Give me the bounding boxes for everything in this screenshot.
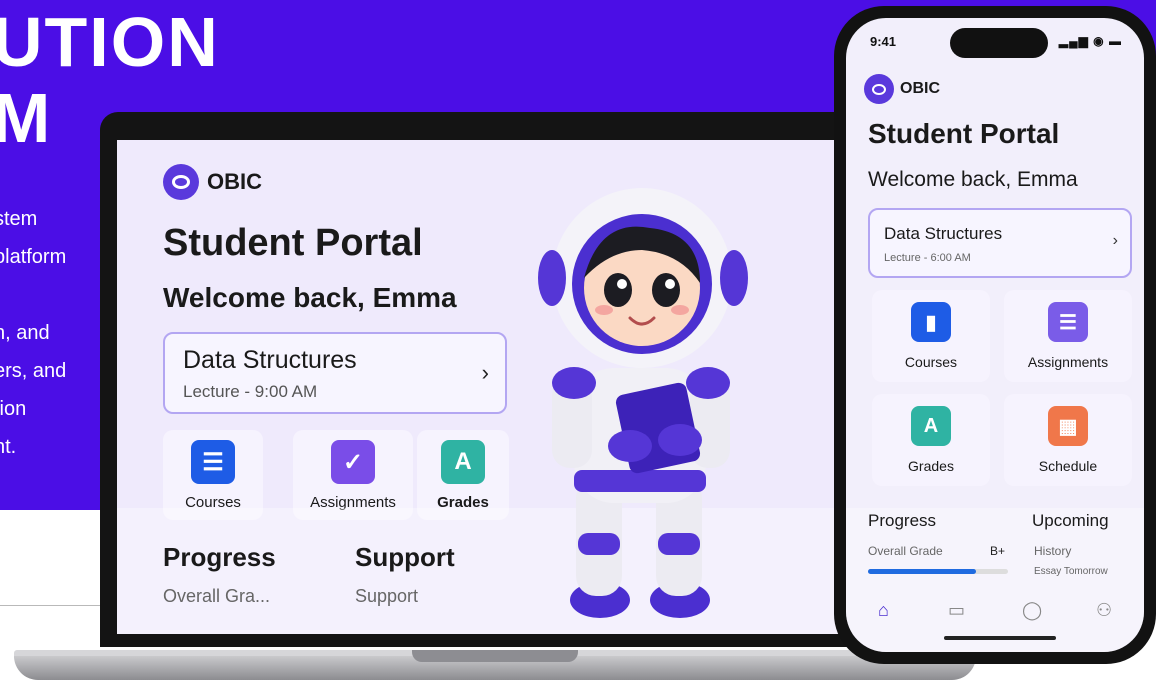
- upcoming-item[interactable]: History: [1034, 544, 1071, 558]
- tile-courses[interactable]: ☰ Courses: [163, 430, 263, 520]
- grade-progress-fill: [868, 569, 976, 574]
- phone-screen: 9:41 ▂▄▆ ◉ ▬ OBIC Student Portal Welcome…: [846, 18, 1144, 652]
- hero-desc-line: stem: [0, 208, 38, 230]
- support-heading: Support: [355, 542, 455, 572]
- upcoming-detail: Essay Tomorrow: [1034, 566, 1108, 577]
- home-indicator: [944, 636, 1056, 640]
- chevron-right-icon: ›: [1112, 232, 1118, 249]
- page-title: Student Portal: [868, 118, 1060, 149]
- tile-label: Courses: [904, 354, 958, 370]
- tile-assignments[interactable]: ✓ Assignments: [293, 430, 413, 520]
- hero-description: stem platform . n, and ers, and tion nt.: [0, 200, 104, 466]
- overall-grade-value: B+: [990, 544, 1006, 558]
- profile-icon[interactable]: ⚇: [1096, 600, 1112, 621]
- upcoming-heading: Upcoming: [1032, 511, 1109, 530]
- status-icons: ▂▄▆ ◉ ▬: [1058, 34, 1122, 48]
- tile-schedule[interactable]: ▦ Schedule: [1004, 394, 1132, 486]
- logo-text: OBIC: [900, 80, 940, 97]
- page-title: Student Portal: [163, 222, 423, 264]
- chevron-right-icon: ›: [481, 360, 489, 385]
- overall-grade-label: Overall Grade: [868, 544, 943, 558]
- laptop-notch: [412, 650, 578, 662]
- chat-icon[interactable]: ◯: [1022, 600, 1042, 621]
- logo-text: OBIC: [207, 169, 262, 194]
- dynamic-island: [950, 28, 1048, 58]
- progress-heading: Progress: [868, 511, 937, 530]
- hero-desc-line: nt.: [0, 436, 17, 458]
- calendar-icon[interactable]: ▭: [948, 600, 965, 621]
- support-subtext: Support: [355, 586, 419, 606]
- status-time: 9:41: [870, 34, 897, 49]
- home-icon[interactable]: ⌂: [878, 600, 889, 621]
- grades-icon: A: [911, 406, 951, 446]
- welcome-message: Welcome back, Emma: [163, 282, 457, 313]
- astronaut-mascot-illustration: [538, 188, 748, 618]
- divider: [0, 605, 102, 606]
- welcome-message: Welcome back, Emma: [868, 168, 1078, 191]
- class-title: Data Structures: [183, 346, 357, 374]
- grades-icon: A: [441, 440, 485, 484]
- tile-courses[interactable]: ▮ Courses: [872, 290, 990, 382]
- tile-grades[interactable]: A Grades: [417, 430, 509, 520]
- assignments-icon: ✓: [331, 440, 375, 484]
- grade-progress-bar: [868, 569, 1008, 574]
- phone-logo[interactable]: OBIC: [864, 74, 940, 104]
- tile-assignments[interactable]: ☰ Assignments: [1004, 290, 1132, 382]
- courses-icon: ▮: [911, 302, 951, 342]
- class-time: Lecture - 6:00 AM: [884, 252, 971, 264]
- tile-grades[interactable]: A Grades: [872, 394, 990, 486]
- progress-subtext: Overall Gra...: [163, 586, 271, 606]
- hero-desc-line: tion: [0, 398, 27, 420]
- class-time: Lecture - 9:00 AM: [183, 382, 318, 401]
- hero-desc-line: n, and: [0, 322, 50, 344]
- tile-label: Assignments: [1027, 354, 1109, 370]
- hero-title-line-1: UTION: [0, 3, 220, 81]
- class-card[interactable]: Data Structures Lecture - 9:00 AM ›: [163, 332, 507, 414]
- obic-logo-icon: [864, 74, 894, 104]
- progress-heading: Progress: [163, 542, 276, 572]
- class-card[interactable]: Data Structures Lecture - 6:00 AM ›: [868, 208, 1132, 278]
- laptop-logo[interactable]: OBIC: [163, 164, 262, 200]
- assignments-icon: ☰: [1048, 302, 1088, 342]
- hero-desc-line: platform: [0, 246, 67, 268]
- obic-logo-icon: [163, 164, 199, 200]
- courses-icon: ☰: [191, 440, 235, 484]
- tile-label: Schedule: [1038, 458, 1098, 474]
- hero-desc-line: ers, and: [0, 360, 67, 382]
- class-title: Data Structures: [884, 224, 1003, 243]
- hero-desc-line: .: [0, 276, 104, 314]
- schedule-icon: ▦: [1048, 406, 1088, 446]
- tile-label: Grades: [908, 458, 954, 474]
